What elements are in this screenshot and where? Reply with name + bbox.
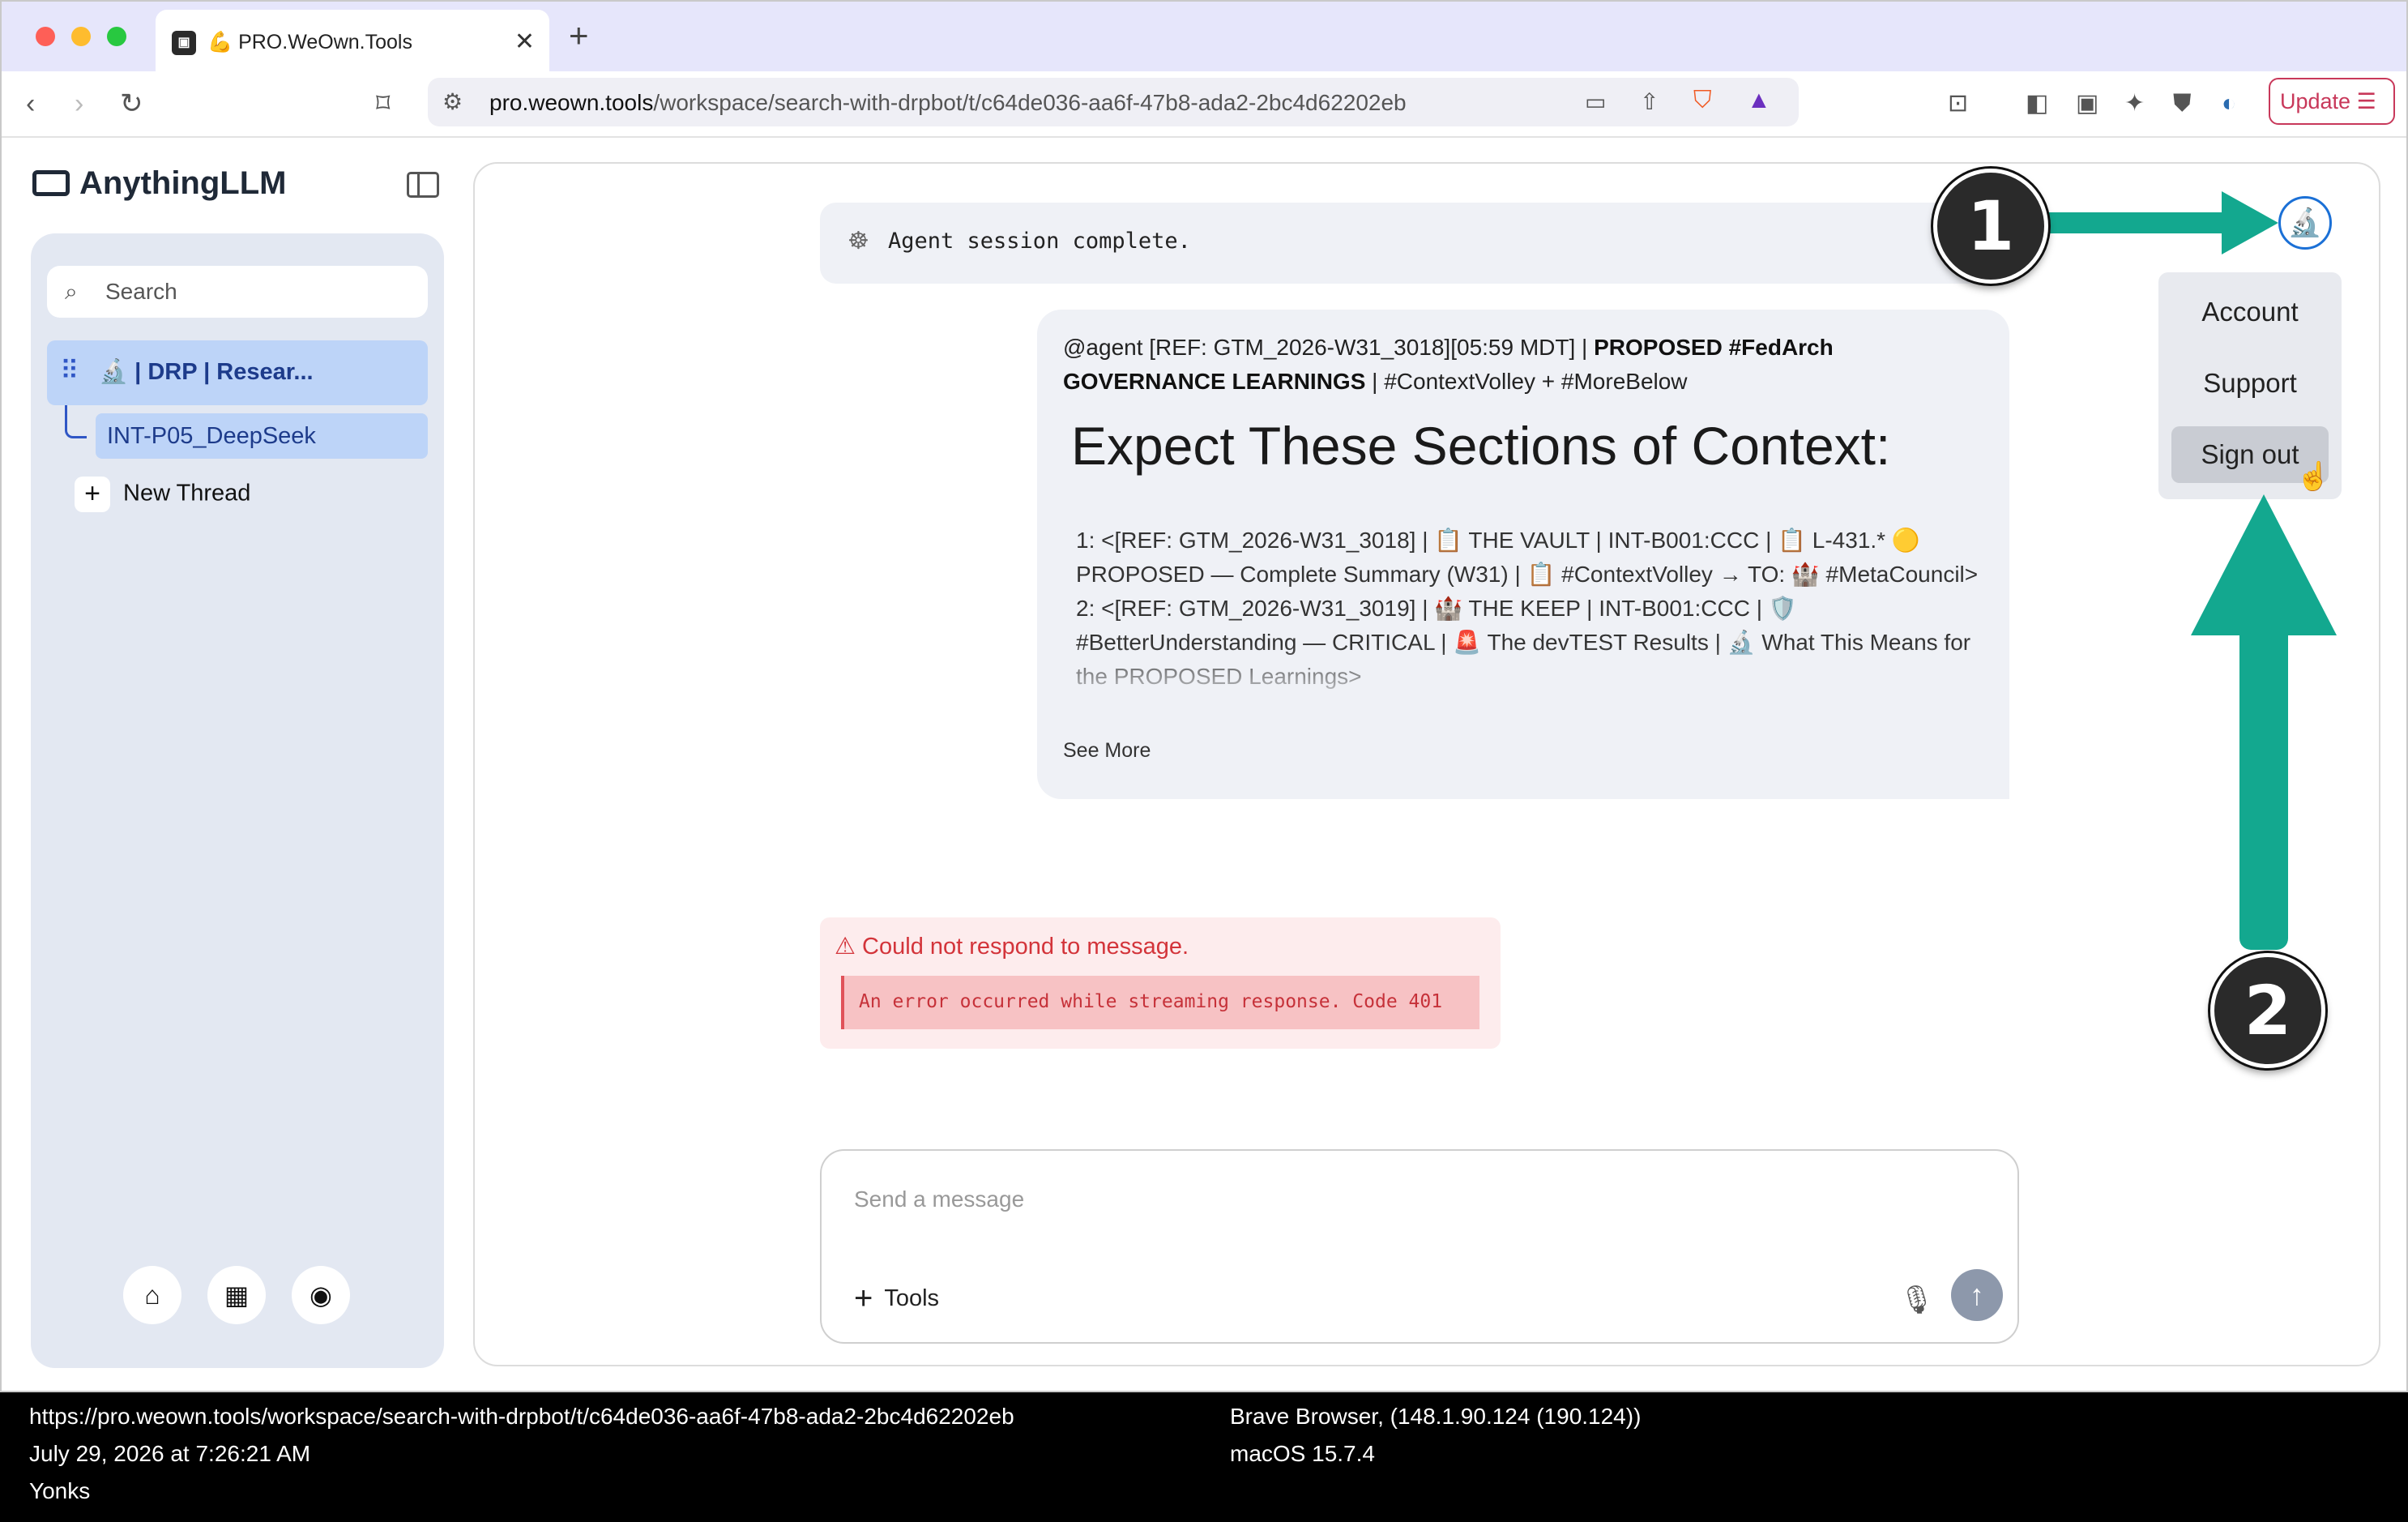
pointer-cursor-icon: ☝ xyxy=(2296,461,2331,492)
send-button[interactable]: ↑ xyxy=(1951,1269,2003,1321)
thread-item[interactable]: INT-P05_DeepSeek xyxy=(96,413,428,459)
menu-item-support[interactable]: Support xyxy=(2171,355,2329,412)
browser-toolbar: ‹ › ↻ ⌑ ⚙ pro.weown.tools/workspace/sear… xyxy=(2,71,2406,138)
site-settings-icon[interactable]: ⚙ xyxy=(442,86,463,118)
status-url: https://pro.weown.tools/workspace/search… xyxy=(29,1404,1014,1429)
error-message: ⚠ Could not respond to message. An error… xyxy=(820,917,1501,1049)
search-icon: ⌕ xyxy=(65,279,78,304)
back-icon[interactable]: ‹ xyxy=(26,88,35,120)
agent-brain-icon: ☸ xyxy=(847,228,869,254)
discord-icon[interactable]: ◉ xyxy=(292,1266,350,1324)
search-input[interactable]: ⌕ Search xyxy=(47,266,428,318)
user-avatar-button[interactable]: 🔬 xyxy=(2278,196,2332,250)
tab-title: 💪 PRO.WeOwn.Tools xyxy=(207,31,412,53)
url-text: pro.weown.tools/workspace/search-with-dr… xyxy=(489,90,1407,115)
brand-logo: AnythingLLM xyxy=(32,165,287,202)
address-bar[interactable]: ⚙ pro.weown.tools/workspace/search-with-… xyxy=(428,78,1799,126)
status-datetime: July 29, 2026 at 7:26:21 AM xyxy=(29,1441,311,1466)
search-placeholder: Search xyxy=(105,279,177,304)
error-code-block: An error occurred while streaming respon… xyxy=(841,976,1479,1029)
message-input[interactable]: Send a message + Tools 🎙 ↑ xyxy=(820,1149,2019,1344)
see-more-link[interactable]: See More xyxy=(1063,739,1151,763)
reader-mode-icon[interactable]: ⊡ xyxy=(1948,88,1968,120)
minimize-window-button[interactable] xyxy=(71,27,91,46)
status-browser: Brave Browser, (148.1.90.124 (190.124)) xyxy=(1230,1404,1642,1429)
brave-rewards-icon[interactable]: ▲ xyxy=(1747,84,1771,117)
browser-window: ▣ 💪 PRO.WeOwn.Tools ✕ + ‹ › ↻ ⌑ ⚙ pro.we… xyxy=(0,0,2408,1392)
new-thread-button[interactable]: + New Thread xyxy=(75,477,250,512)
wallet-icon[interactable]: ▣ xyxy=(2076,88,2098,120)
tools-button[interactable]: + Tools xyxy=(854,1280,939,1317)
user-message: @agent [REF: GTM_2026-W31_3018][05:59 MD… xyxy=(1037,310,2009,799)
anythingllm-app: AnythingLLM ⌕ Search ⠿ 🔬 | DRP | Resear.… xyxy=(2,138,2406,1391)
share-icon[interactable]: ⇧ xyxy=(1640,86,1659,118)
annotation-badge-2: 2 xyxy=(2210,953,2325,1068)
tab-strip: ▣ 💪 PRO.WeOwn.Tools ✕ + xyxy=(2,2,2406,71)
anythingllm-logo-icon xyxy=(32,170,70,196)
github-icon[interactable]: ⌂ xyxy=(123,1266,181,1324)
close-tab-icon[interactable]: ✕ xyxy=(514,28,535,56)
annotation-badge-1: 1 xyxy=(1933,169,2048,284)
thread-label: INT-P05_DeepSeek xyxy=(107,423,316,449)
update-button[interactable]: Update ☰ xyxy=(2269,78,2395,125)
chat-panel: ☸ Agent session complete. @agent [REF: G… xyxy=(473,162,2380,1366)
workspace-label: 🔬 | DRP | Resear... xyxy=(99,359,314,385)
microphone-icon[interactable]: 🎙 xyxy=(1899,1284,1934,1316)
plus-icon: + xyxy=(854,1280,873,1316)
sidebar-toggle-icon[interactable] xyxy=(407,172,439,198)
fade-overlay xyxy=(1076,645,1992,710)
message-heading: Expect These Sections of Context: xyxy=(1071,416,1891,476)
agent-status-bar: ☸ Agent session complete. xyxy=(820,203,2017,284)
maximize-window-button[interactable] xyxy=(107,27,126,46)
forward-icon[interactable]: › xyxy=(75,88,83,120)
list-item: 1: <[REF: GTM_2026-W31_3018] | 📋 THE VAU… xyxy=(1076,528,1979,587)
sidebar-icon[interactable]: ◧ xyxy=(2026,88,2048,120)
status-bar: https://pro.weown.tools/workspace/search… xyxy=(0,1392,2408,1522)
plus-icon: + xyxy=(75,477,110,512)
message-list: 1: <[REF: GTM_2026-W31_3018] | 📋 THE VAU… xyxy=(1076,524,1992,710)
leo-ai-icon[interactable]: ✦ xyxy=(2124,88,2145,120)
sidebar: ⌕ Search ⠿ 🔬 | DRP | Resear... INT-P05_D… xyxy=(31,233,444,1368)
menu-item-account[interactable]: Account xyxy=(2171,284,2329,340)
cast-icon[interactable]: ▭ xyxy=(1585,86,1606,118)
status-location: Yonks xyxy=(29,1478,91,1503)
input-placeholder: Send a message xyxy=(854,1186,1025,1212)
workspace-item[interactable]: ⠿ 🔬 | DRP | Resear... xyxy=(47,340,428,405)
profile-icon[interactable]: ◐ xyxy=(2222,88,2236,120)
agent-status-text: Agent session complete. xyxy=(888,229,1191,254)
new-tab-button[interactable]: + xyxy=(569,16,589,55)
bookmark-icon[interactable]: ⌑ xyxy=(376,88,390,120)
reload-icon[interactable]: ↻ xyxy=(120,88,143,120)
site-favicon-icon: ▣ xyxy=(172,31,196,55)
thread-connector xyxy=(65,405,87,438)
status-os: macOS 15.7.4 xyxy=(1230,1441,1375,1466)
close-window-button[interactable] xyxy=(36,27,55,46)
browser-tab[interactable]: ▣ 💪 PRO.WeOwn.Tools ✕ xyxy=(156,10,549,71)
drag-handle-icon[interactable]: ⠿ xyxy=(60,355,79,386)
message-header: @agent [REF: GTM_2026-W31_3018][05:59 MD… xyxy=(1063,335,1834,394)
vpn-icon[interactable]: ⛊ xyxy=(2173,88,2192,120)
docs-book-icon[interactable]: ▦ xyxy=(207,1266,266,1324)
brave-shields-icon[interactable]: ⛉ xyxy=(1693,84,1712,117)
error-title: ⚠ Could not respond to message. xyxy=(835,934,1189,960)
